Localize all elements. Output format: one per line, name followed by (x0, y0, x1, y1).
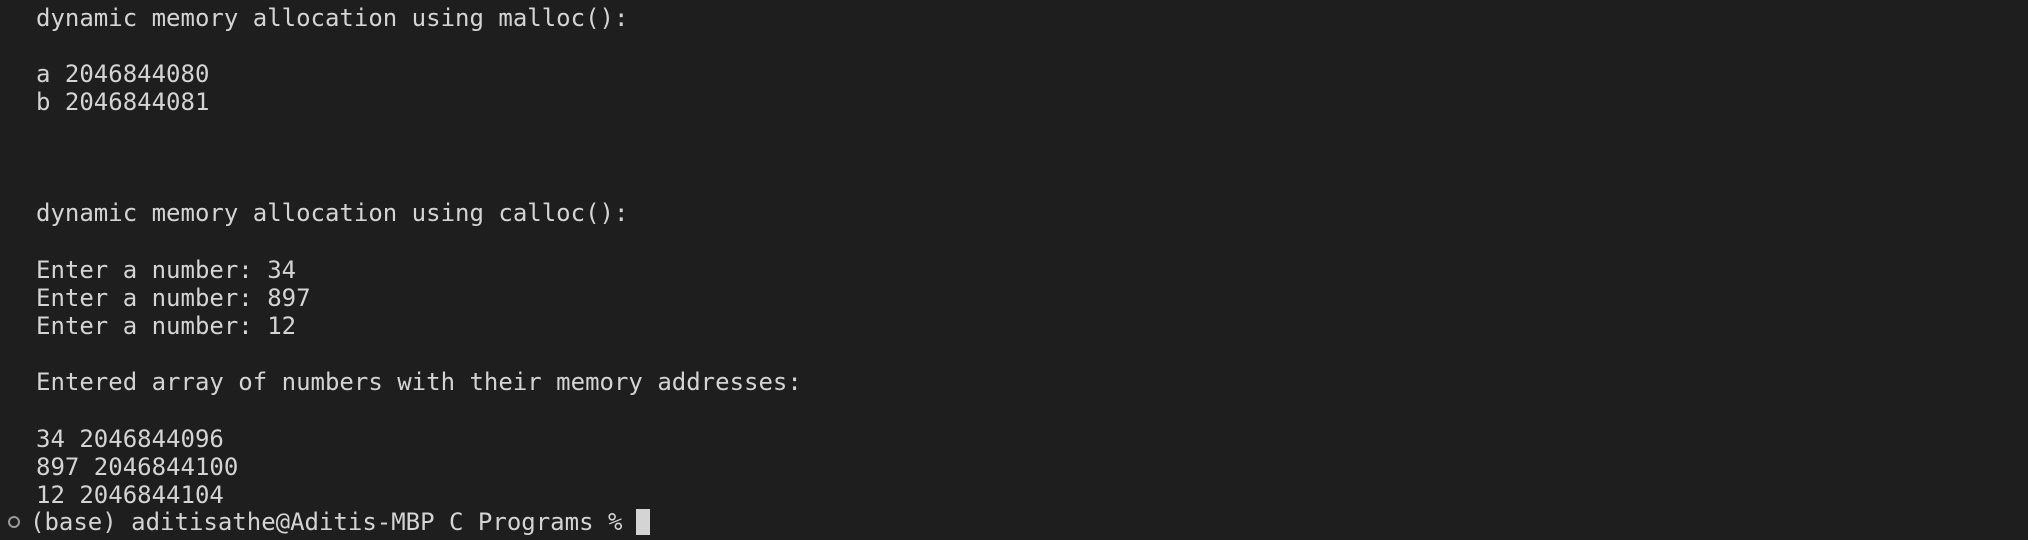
output-line: Enter a number: 897 (36, 284, 311, 312)
output-line: 897 2046844100 (36, 453, 239, 481)
output-line: Entered array of numbers with their memo… (36, 368, 802, 396)
output-line: Enter a number: 34 (36, 256, 297, 284)
output-line: dynamic memory allocation using malloc()… (36, 4, 629, 32)
prompt-row[interactable]: (base) aditisathe@Aditis-MBP C Programs … (8, 508, 651, 536)
output-line: 34 2046844096 (36, 425, 224, 453)
output-line: 12 2046844104 (36, 481, 224, 509)
output-line: Enter a number: 12 (36, 312, 297, 340)
output-line: a 2046844080 (36, 60, 210, 88)
output-line: b 2046844081 (36, 88, 210, 116)
text-cursor (636, 509, 651, 535)
shell-prompt: (base) aditisathe@Aditis-MBP C Programs … (30, 508, 623, 536)
output-line: dynamic memory allocation using calloc()… (36, 199, 629, 227)
terminal-panel[interactable]: dynamic memory allocation using malloc()… (0, 0, 2028, 540)
command-status-circle-icon[interactable] (8, 516, 20, 528)
